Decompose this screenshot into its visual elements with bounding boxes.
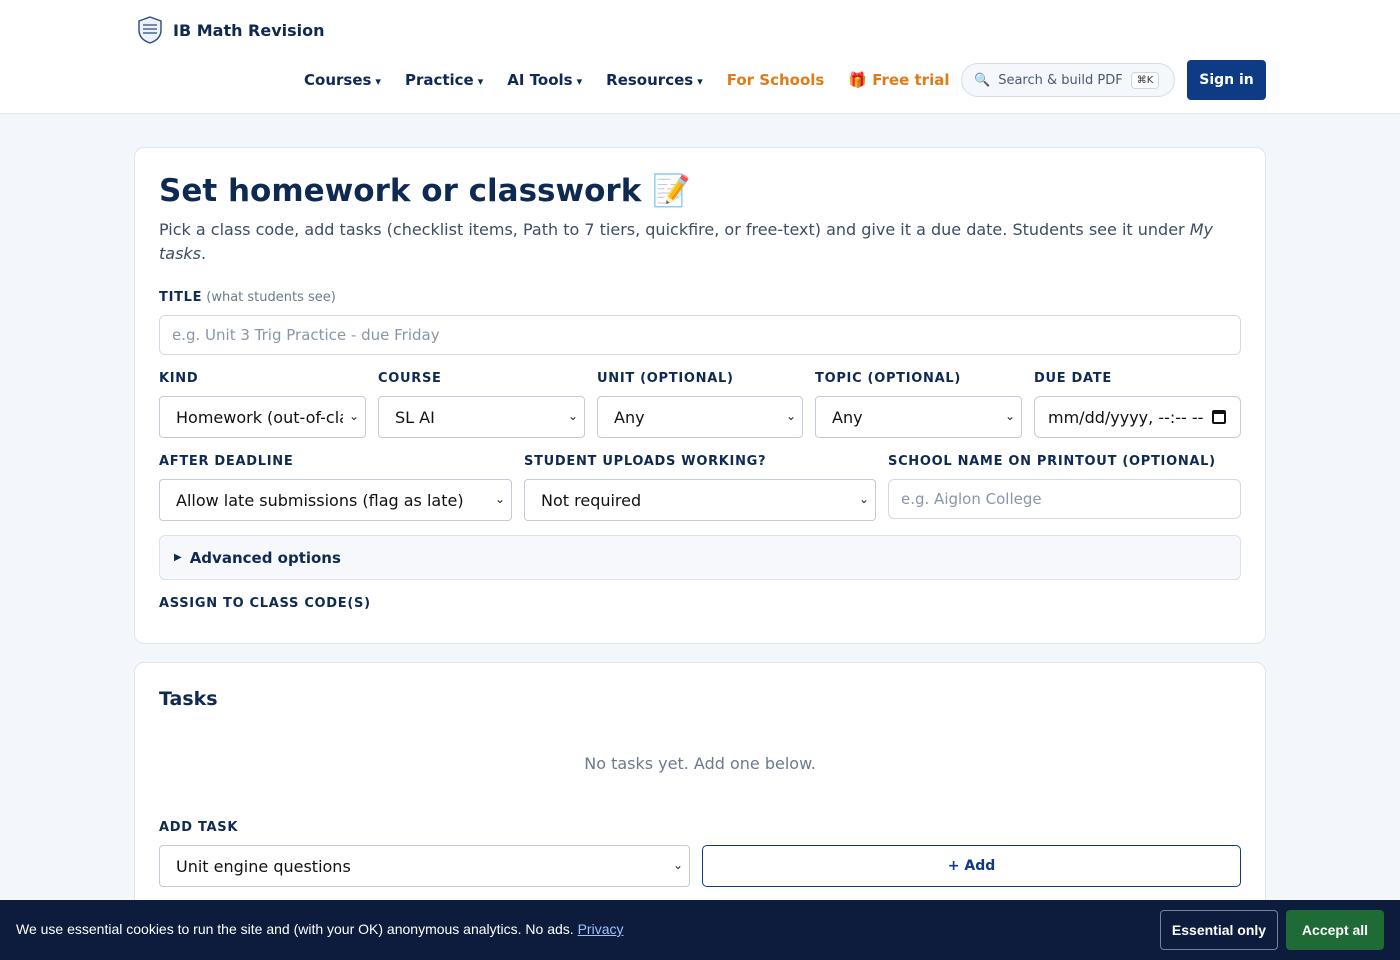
assign-class-codes-label: Assign to class code(s): [159, 596, 371, 611]
nav-courses[interactable]: Courses ▾: [304, 71, 381, 89]
advanced-options-label: Advanced options: [189, 548, 341, 567]
disclosure-triangle-icon: ▶: [174, 552, 182, 563]
tasks-empty-message: No tasks yet. Add one below.: [584, 754, 816, 773]
accept-all-button[interactable]: Accept all: [1286, 910, 1384, 950]
after-deadline-label: After deadline: [159, 454, 294, 469]
due-date-value: mm/dd/yyyy, --:-- --: [1048, 407, 1204, 427]
school-name-input[interactable]: e.g. Aiglon College: [888, 479, 1241, 519]
unit-select[interactable]: Any ⌄: [597, 396, 803, 438]
cookie-text: We use essential cookies to run the site…: [16, 921, 578, 937]
kind-select-value: Homework (out-of-class): [176, 407, 343, 427]
page-description: Pick a class code, add tasks (checklist …: [159, 218, 1229, 266]
shield-crest-icon: [137, 16, 163, 44]
task-type-value: Unit engine questions: [176, 856, 351, 876]
kind-select[interactable]: Homework (out-of-class) ⌄: [159, 396, 366, 438]
chevron-down-icon: ⌄: [1004, 409, 1015, 423]
topic-select-value: Any: [832, 407, 863, 427]
after-deadline-select[interactable]: Allow late submissions (flag as late) ⌄: [159, 479, 512, 521]
sign-in-button[interactable]: Sign in: [1187, 60, 1266, 100]
unit-select-value: Any: [614, 407, 645, 427]
unit-label: Unit (optional): [597, 371, 734, 386]
nav-resources[interactable]: Resources ▾: [606, 71, 703, 89]
kind-label: Kind: [159, 371, 199, 386]
search-placeholder: Search & build PDF: [998, 72, 1123, 88]
calendar-icon[interactable]: [1212, 410, 1226, 424]
cookie-message: We use essential cookies to run the site…: [16, 921, 623, 937]
search-icon: 🔍: [974, 72, 991, 88]
brand-link[interactable]: IB Math Revision: [137, 16, 325, 44]
tasks-heading: Tasks: [159, 688, 218, 710]
lede-end: .: [201, 244, 207, 263]
nav-for-schools[interactable]: For Schools: [727, 71, 825, 89]
topic-label: Topic (optional): [815, 371, 961, 386]
school-name-label: School name on printout (optional): [888, 454, 1216, 469]
advanced-options-toggle[interactable]: ▶ Advanced options: [159, 535, 1241, 580]
due-date-label: Due date: [1034, 371, 1112, 386]
nav-practice-label: Practice: [404, 71, 474, 89]
uploads-select-value: Not required: [541, 490, 642, 510]
chevron-down-icon: ⌄: [348, 409, 359, 423]
add-task-label: Add task: [159, 820, 239, 835]
chevron-down-icon: ⌄: [785, 409, 796, 423]
title-hint: (what students see): [206, 290, 336, 305]
chevron-down-icon: ⌄: [567, 409, 578, 423]
course-select-value: SL AI: [395, 407, 435, 427]
chevron-down-icon: ▾: [576, 75, 583, 88]
course-label: Course: [378, 371, 442, 386]
site-header: IB Math Revision Courses ▾ Practice ▾ AI T…: [0, 0, 1400, 114]
add-task-button[interactable]: + Add: [702, 845, 1241, 887]
chevron-down-icon: ▾: [375, 75, 381, 88]
title-label: Title (what students see): [159, 290, 336, 305]
uploads-label: Student uploads working?: [524, 454, 767, 469]
chevron-down-icon: ▾: [697, 75, 703, 88]
title-input[interactable]: e.g. Unit 3 Trig Practice - due Friday: [159, 315, 1241, 355]
topic-select[interactable]: Any ⌄: [815, 396, 1022, 438]
uploads-select[interactable]: Not required ⌄: [524, 479, 876, 521]
chevron-down-icon: ▾: [477, 75, 484, 88]
essential-only-button[interactable]: Essential only: [1160, 910, 1278, 950]
privacy-link[interactable]: Privacy: [578, 921, 624, 937]
chevron-down-icon: ⌄: [858, 492, 869, 506]
after-deadline-value: Allow late submissions (flag as late): [176, 490, 464, 510]
nav-ai-tools-label: AI Tools: [507, 71, 573, 89]
search-button[interactable]: 🔍 Search & build PDF ⌘K: [961, 63, 1175, 97]
school-name-placeholder: e.g. Aiglon College: [901, 490, 1042, 508]
chevron-down-icon: ⌄: [494, 492, 505, 506]
task-type-select[interactable]: Unit engine questions ⌄: [159, 845, 690, 887]
nav-ai-tools[interactable]: AI Tools ▾: [507, 71, 582, 89]
due-date-input[interactable]: mm/dd/yyyy, --:-- --: [1034, 396, 1241, 438]
main-nav: Courses ▾ Practice ▾ AI Tools ▾ Resources ▾ …: [304, 60, 973, 100]
nav-practice[interactable]: Practice ▾: [405, 71, 483, 89]
nav-resources-label: Resources: [606, 71, 694, 89]
nav-free-trial[interactable]: 🎁 Free trial: [848, 71, 949, 89]
lede-text: Pick a class code, add tasks (checklist …: [159, 220, 1190, 239]
title-label-text: Title: [159, 290, 203, 305]
page-title: Set homework or classwork 📝: [159, 173, 691, 209]
nav-courses-label: Courses: [304, 71, 372, 89]
search-shortcut-badge: ⌘K: [1130, 71, 1160, 89]
brand-name: IB Math Revision: [173, 20, 325, 40]
course-select[interactable]: SL AI ⌄: [378, 396, 585, 438]
chevron-down-icon: ⌄: [672, 858, 683, 872]
title-input-placeholder: e.g. Unit 3 Trig Practice - due Friday: [172, 326, 440, 344]
